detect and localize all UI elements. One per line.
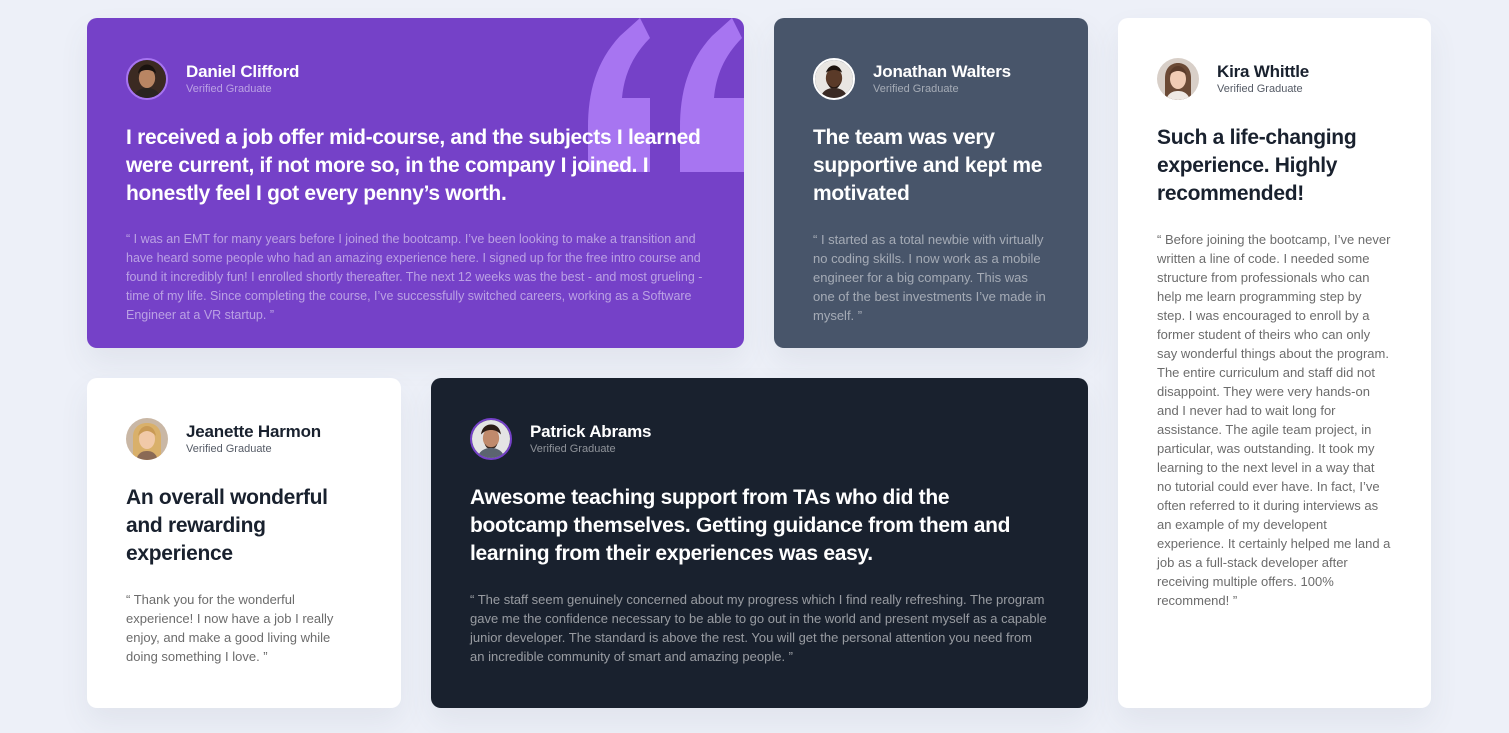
testimonial-card-patrick: Patrick Abrams Verified Graduate Awesome… <box>431 378 1088 708</box>
card-header: Daniel Clifford Verified Graduate <box>126 56 704 102</box>
testimonial-quote: “ Before joining the bootcamp, I’ve neve… <box>1157 232 1391 608</box>
card-header: Patrick Abrams Verified Graduate <box>470 416 1048 462</box>
testimonial-quote: “ The staff seem genuinely concerned abo… <box>470 592 1047 664</box>
card-header: Jeanette Harmon Verified Graduate <box>126 416 361 462</box>
testimonial-headline: The team was very supportive and kept me… <box>813 126 1043 205</box>
testimonial-headline: An overall wonderful and rewarding exper… <box>126 486 328 565</box>
author-name: Daniel Clifford <box>186 62 300 81</box>
author-info: Jonathan Walters Verified Graduate <box>873 62 1011 96</box>
author-info: Patrick Abrams Verified Graduate <box>530 422 651 456</box>
woman-avatar-icon <box>126 418 168 460</box>
card-header: Jonathan Walters Verified Graduate <box>813 56 1048 102</box>
testimonial-quote: “ I started as a total newbie with virtu… <box>813 232 1046 323</box>
man-avatar-icon <box>126 58 168 100</box>
author-status: Verified Graduate <box>873 83 959 95</box>
testimonials-grid: Daniel Clifford Verified Graduate I rece… <box>0 0 1509 733</box>
man-avatar-icon <box>813 58 855 100</box>
man-avatar-icon <box>470 418 512 460</box>
author-name: Jeanette Harmon <box>186 422 321 441</box>
author-status: Verified Graduate <box>530 443 616 455</box>
card-header: Kira Whittle Verified Graduate <box>1157 56 1391 102</box>
testimonial-quote: “ I was an EMT for many years before I j… <box>126 232 703 322</box>
testimonial-card-daniel: Daniel Clifford Verified Graduate I rece… <box>87 18 744 348</box>
testimonial-headline: Awesome teaching support from TAs who di… <box>470 486 1011 565</box>
author-status: Verified Graduate <box>186 443 272 455</box>
testimonial-card-kira: Kira Whittle Verified Graduate Such a li… <box>1118 18 1431 708</box>
author-status: Verified Graduate <box>1217 83 1303 95</box>
author-status: Verified Graduate <box>186 83 272 95</box>
author-info: Jeanette Harmon Verified Graduate <box>186 422 321 456</box>
testimonial-card-jeanette: Jeanette Harmon Verified Graduate An ove… <box>87 378 401 708</box>
testimonial-quote: “ Thank you for the wonderful experience… <box>126 592 334 664</box>
woman-avatar-icon <box>1157 58 1199 100</box>
author-info: Kira Whittle Verified Graduate <box>1217 62 1309 96</box>
testimonial-headline: Such a life-changing experience. Highly … <box>1157 126 1357 205</box>
author-name: Kira Whittle <box>1217 62 1310 81</box>
author-name: Patrick Abrams <box>530 422 652 441</box>
author-name: Jonathan Walters <box>873 62 1011 81</box>
author-info: Daniel Clifford Verified Graduate <box>186 62 299 96</box>
testimonial-headline: I received a job offer mid-course, and t… <box>126 126 701 205</box>
testimonial-card-jonathan: Jonathan Walters Verified Graduate The t… <box>774 18 1088 348</box>
